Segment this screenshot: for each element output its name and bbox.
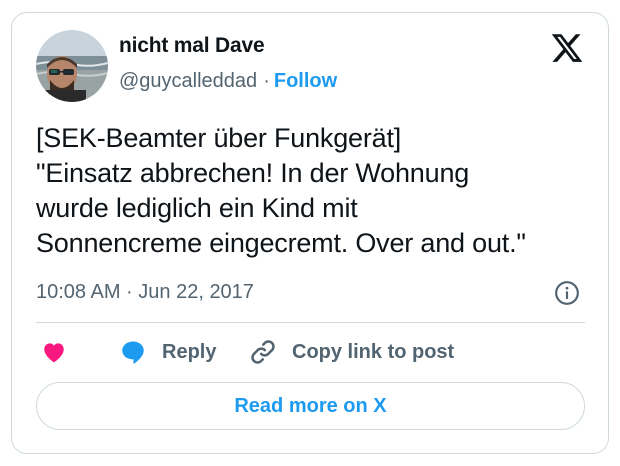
copy-link-label: Copy link to post — [292, 340, 455, 363]
heart-icon — [44, 343, 64, 363]
reply-button[interactable]: Reply — [118, 337, 216, 367]
read-more-button[interactable]: Read more on X — [36, 382, 585, 430]
post-text-line: "Einsatz abbrechen! In der Wohnung — [36, 158, 470, 188]
separator-dot: · — [263, 70, 270, 92]
read-more-label: Read more on X — [234, 394, 387, 417]
embedded-post-card: nicht mal Dave @guycalleddad · Follow [SEK… — [11, 12, 609, 454]
author-handle-row: @guycalleddad · Follow — [119, 70, 337, 93]
post-text-line: Sonnencreme eingecremt. Over and out." — [36, 228, 526, 258]
info-icon[interactable] — [554, 280, 580, 306]
follow-link[interactable]: Follow — [274, 70, 337, 92]
post-text-line: [SEK-Beamter über Funkgerät] — [36, 123, 402, 153]
author-handle[interactable]: @guycalleddad — [119, 70, 257, 92]
author-display-name[interactable]: nicht mal Dave — [119, 34, 265, 58]
avatar-photo — [36, 30, 108, 102]
post-timestamp[interactable]: 10:08 AM · Jun 22, 2017 — [36, 281, 254, 304]
x-logo-icon[interactable] — [550, 31, 584, 65]
post-text: [SEK-Beamter über Funkgerät] "Einsatz ab… — [36, 121, 596, 261]
like-button[interactable] — [40, 337, 68, 367]
copy-link-button[interactable]: Copy link to post — [248, 337, 454, 367]
reply-label: Reply — [162, 340, 217, 363]
link-icon — [251, 340, 275, 364]
author-avatar[interactable] — [36, 30, 108, 102]
reply-bubble-icon — [122, 341, 144, 364]
post-text-line: wurde lediglich ein Kind mit — [36, 193, 358, 223]
post-actions: Reply Copy link to post — [36, 337, 596, 367]
divider — [36, 322, 585, 323]
